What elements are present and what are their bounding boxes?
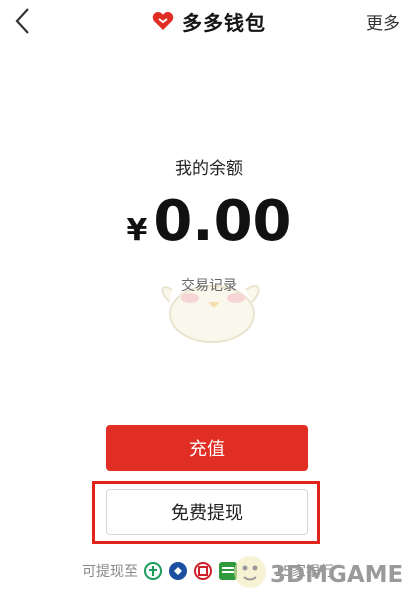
balance-value: 0.00 [153, 189, 292, 254]
withdraw-button[interactable]: 免费提现 [106, 489, 308, 535]
more-button[interactable]: 更多 [366, 9, 400, 34]
transactions-link[interactable]: 交易记录 [0, 275, 418, 295]
recharge-button[interactable]: 充值 [106, 425, 308, 471]
balance-amount: ¥ 0.00 [0, 194, 418, 250]
heart-shield-icon [152, 12, 174, 30]
watermark-text: 3DMGAME [270, 562, 404, 588]
balance-label: 我的余额 [175, 159, 243, 179]
abc-bank-icon [144, 562, 162, 580]
bocom-bank-icon [169, 562, 187, 580]
icbc-bank-icon [194, 562, 212, 580]
page-title-group: 多多钱包 [0, 6, 418, 36]
header-bar: 多多钱包 更多 [0, 0, 418, 44]
currency-symbol: ¥ [126, 213, 148, 248]
page-title: 多多钱包 [182, 10, 266, 35]
banks-prefix: 可提现至 [82, 564, 138, 580]
